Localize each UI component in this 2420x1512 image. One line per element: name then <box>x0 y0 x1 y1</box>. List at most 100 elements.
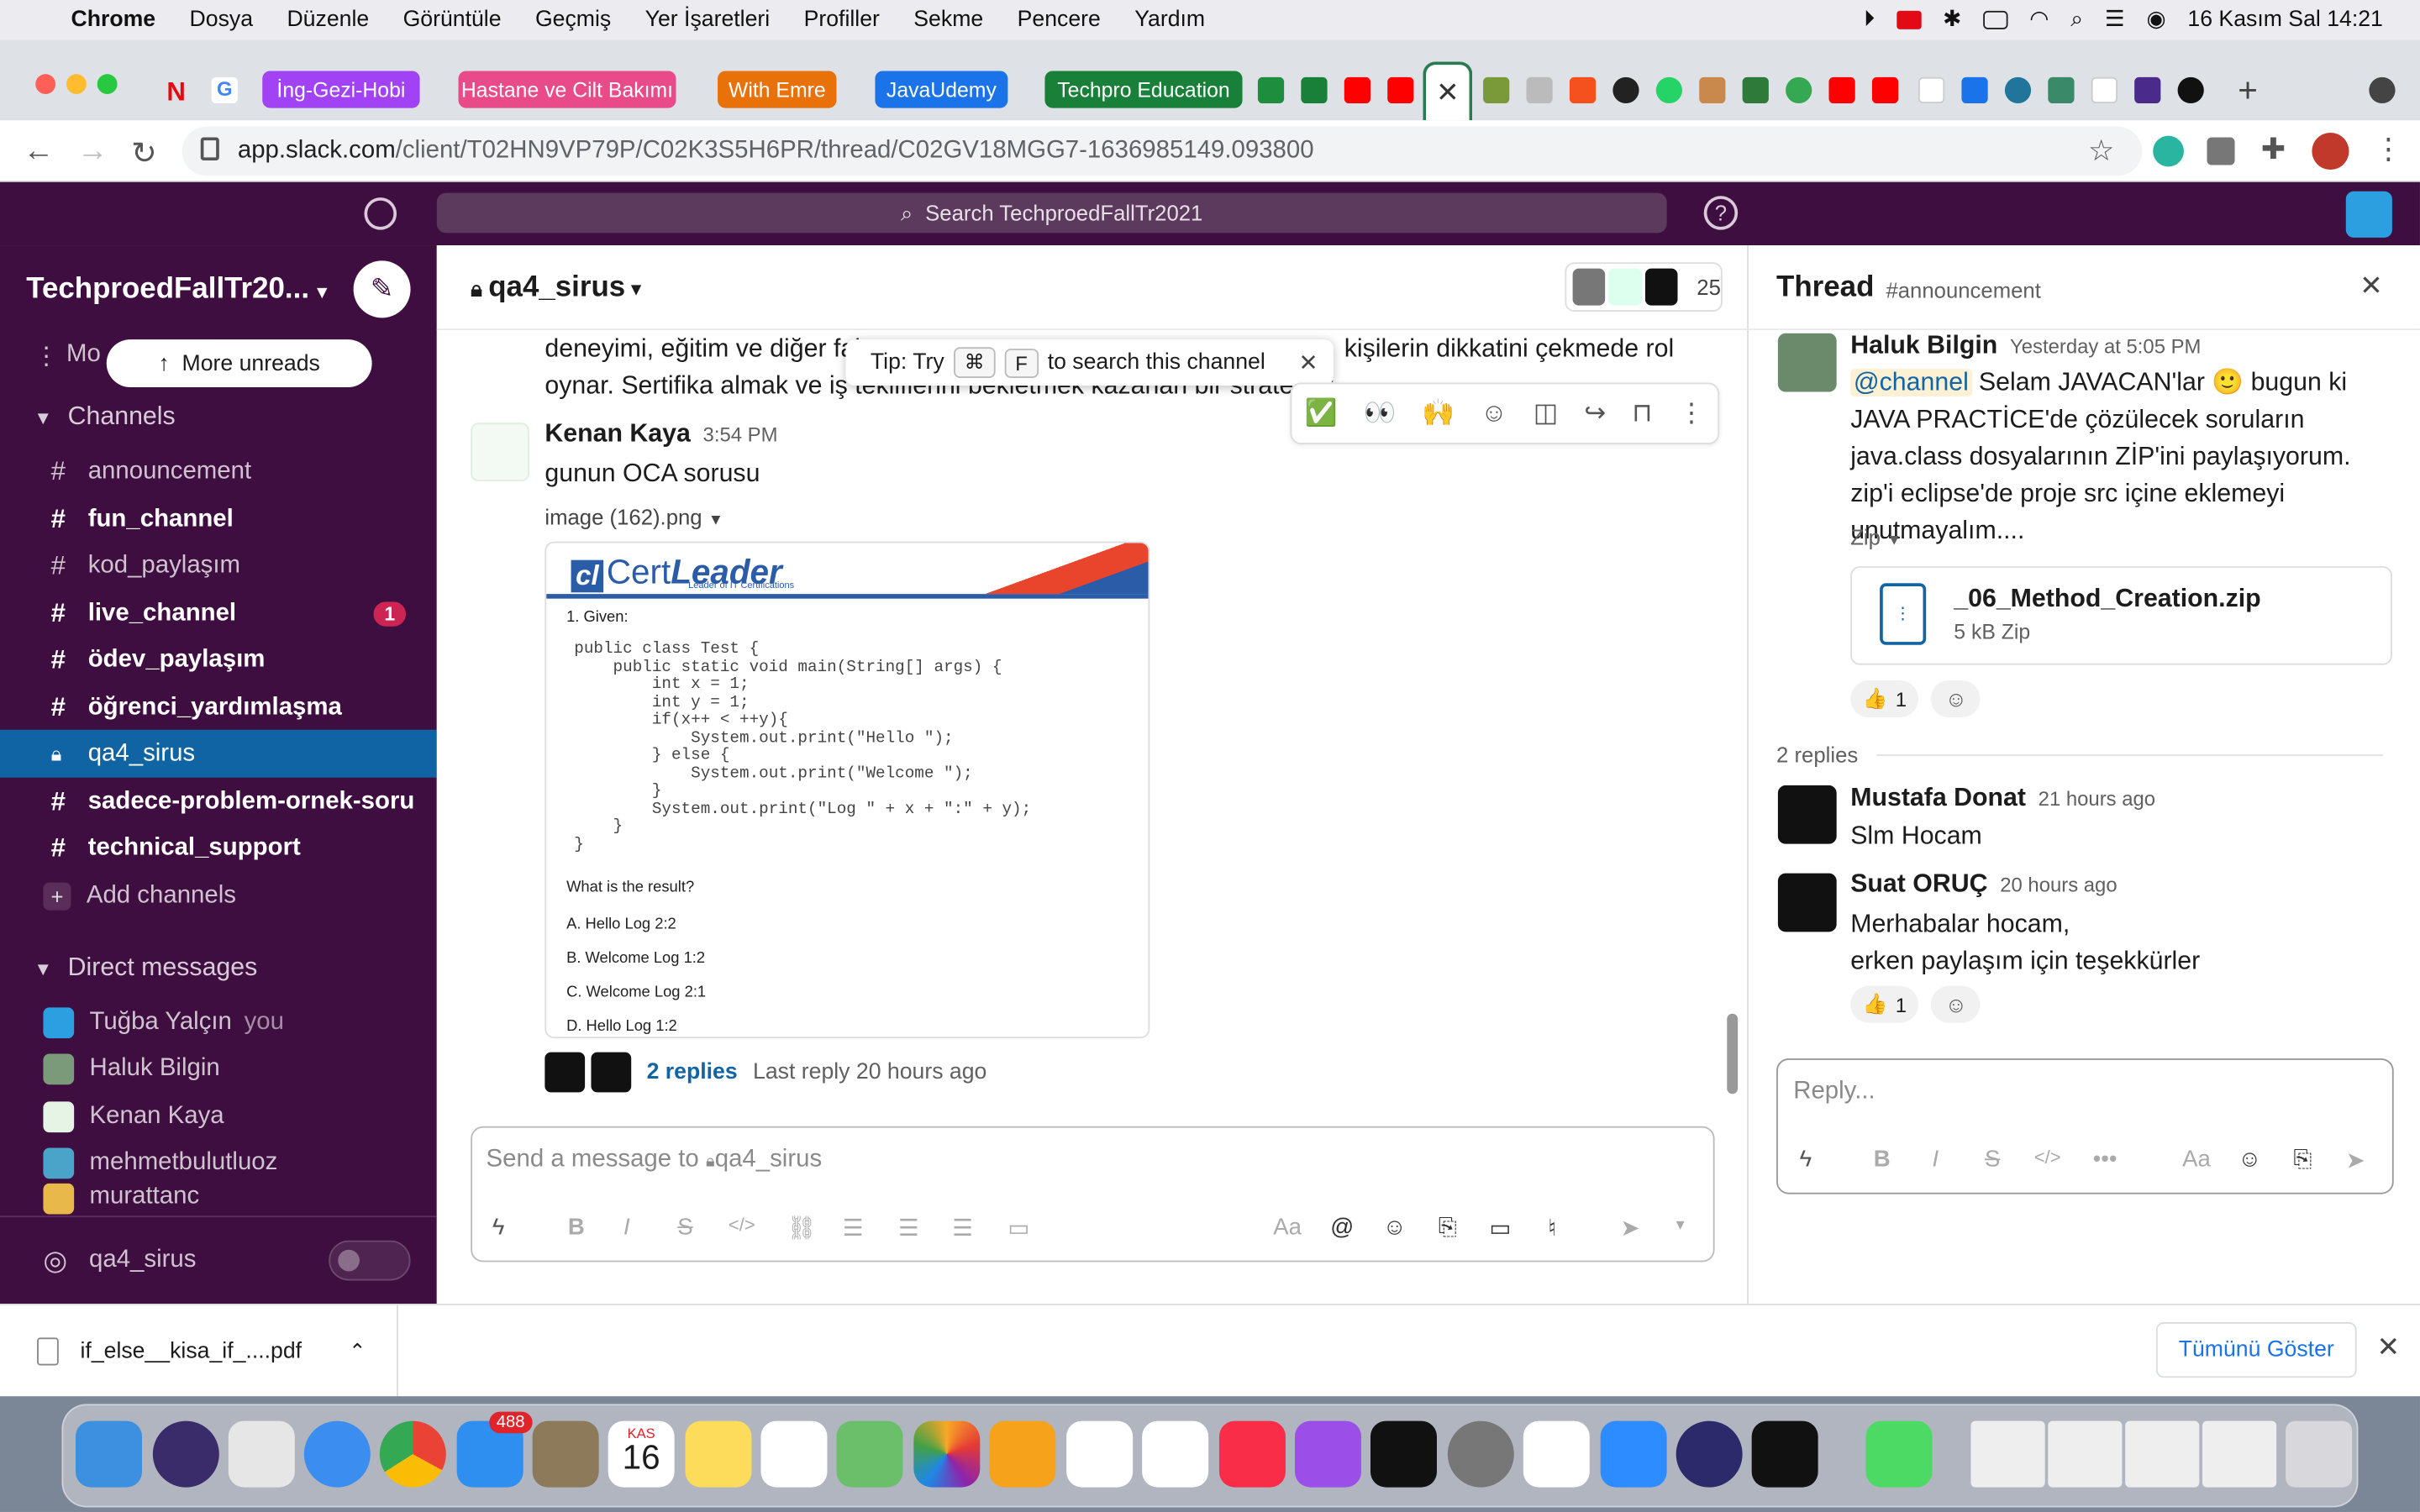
reply-time[interactable]: 21 hours ago <box>2039 787 2155 811</box>
active-tab[interactable]: ✕ <box>1423 61 1473 121</box>
send-options-icon[interactable]: ▾ <box>1676 1214 1685 1234</box>
zoom-window-button[interactable] <box>97 74 118 95</box>
huddle-toggle[interactable] <box>329 1240 411 1281</box>
finder-icon[interactable] <box>75 1420 142 1488</box>
close-thread-icon[interactable]: ✕ <box>2360 270 2383 302</box>
sidebar-item-qa4-sirus[interactable]: 🔒︎ qa4_sirus <box>0 729 437 778</box>
blockquote-icon[interactable]: ☰ <box>952 1214 973 1242</box>
reply-author[interactable]: Mustafa Donat <box>1850 784 2026 813</box>
mention-icon[interactable]: @ <box>1330 1214 1354 1240</box>
forward-icon[interactable]: → <box>77 134 108 170</box>
code-icon[interactable]: </> <box>729 1214 755 1236</box>
reply-in-thread-icon[interactable]: ◫ <box>1534 398 1559 429</box>
apple-tv-icon[interactable] <box>1370 1420 1437 1488</box>
italic-icon[interactable]: I <box>1933 1147 1939 1173</box>
message-time[interactable]: 3:54 PM <box>703 423 778 446</box>
avatar[interactable] <box>1777 873 1837 932</box>
tab-group-hastane[interactable]: Hastane ve Cilt Bakımı <box>458 71 676 108</box>
more-formatting-icon[interactable]: ••• <box>2093 1147 2118 1173</box>
zoom-icon[interactable] <box>1600 1420 1667 1488</box>
reload-icon[interactable]: ↻ <box>131 134 157 173</box>
minimize-window-button[interactable] <box>66 74 87 95</box>
attached-image[interactable]: cl Cert Leader Leader of IT Certificatio… <box>544 541 1150 1039</box>
reply-time[interactable]: 20 hours ago <box>2000 874 2117 897</box>
tab-group-techpro[interactable]: Techpro Education <box>1044 71 1243 108</box>
recent-window-thumbnail[interactable] <box>2202 1420 2277 1488</box>
channel-title[interactable]: 🔒︎ qa4_sirus ▾ <box>471 271 640 305</box>
link-icon[interactable]: ⛓ <box>787 1214 817 1242</box>
contacts-icon[interactable] <box>532 1420 599 1488</box>
share-icon[interactable]: ↪ <box>1584 398 1606 429</box>
workspace-name[interactable]: TechproedFallTr20... ▾ <box>26 273 327 307</box>
sidebar-item-sadece-problem[interactable]: # sadece-problem-ornek-soru <box>0 778 437 826</box>
sidebar-item-technical-support[interactable]: # technical_support <box>0 824 437 872</box>
extension-icon-2[interactable] <box>2207 137 2235 165</box>
new-tab-button[interactable]: + <box>2238 71 2258 111</box>
music-icon[interactable] <box>1218 1420 1286 1488</box>
bold-icon[interactable]: B <box>1874 1147 1891 1173</box>
raised-hands-reaction-button[interactable]: 🙌 <box>1422 398 1455 429</box>
chrome-menu-icon[interactable]: ⋮ <box>2374 133 2403 168</box>
scrollbar[interactable] <box>1727 1013 1739 1095</box>
youtube-tab-icon-3[interactable] <box>1828 76 1855 104</box>
mentions-item-partial[interactable]: Mo <box>66 341 101 369</box>
zip-file-card[interactable]: ⋮ _06_Method_Creation.zip 5 kB Zip <box>1850 566 2392 665</box>
eyes-reaction-button[interactable]: 👀 <box>1364 398 1397 429</box>
extension-icon-m[interactable] <box>2153 135 2184 167</box>
keynote-icon[interactable] <box>1142 1420 1209 1488</box>
menu-app-name[interactable]: Chrome <box>71 8 155 32</box>
tab-group-ing-gezi-hobi[interactable]: İng-Gezi-Hobi <box>262 71 420 108</box>
bluetooth-icon[interactable]: ✱ <box>1943 8 1961 32</box>
close-window-button[interactable] <box>35 74 56 95</box>
close-downloads-icon[interactable]: ✕ <box>2377 1331 2401 1364</box>
google-tab-icon[interactable]: G <box>211 76 238 104</box>
eclipse-icon[interactable] <box>1676 1420 1743 1488</box>
show-all-downloads-button[interactable]: Tümünü Göster <box>2155 1322 2357 1378</box>
plus-tab-icon[interactable] <box>1301 76 1328 104</box>
strikethrough-icon[interactable]: S <box>677 1214 692 1240</box>
parent-author[interactable]: Haluk Bilgin <box>1850 332 1997 361</box>
turkish-flag-icon[interactable] <box>1897 10 1922 29</box>
message-author[interactable]: Kenan Kaya <box>544 420 691 449</box>
shortcuts-icon[interactable]: ϟ <box>1800 1147 1812 1173</box>
user-avatar[interactable] <box>2345 191 2392 238</box>
google-tab-icon-2[interactable] <box>1918 76 1945 104</box>
chrome-icon[interactable] <box>379 1420 446 1488</box>
launchpad-icon[interactable] <box>228 1420 295 1488</box>
tab-favicon-d[interactable] <box>1742 76 1769 104</box>
tab-favicon-s[interactable] <box>1569 76 1597 104</box>
more-unreads-button[interactable]: ↑ More unreads <box>106 339 372 388</box>
calendar-icon[interactable]: KAS 16 <box>608 1420 675 1488</box>
avatar[interactable] <box>471 423 529 482</box>
tab-favicon-c[interactable] <box>1699 76 1726 104</box>
chevron-up-icon[interactable]: ⌃ <box>349 1338 366 1362</box>
tab-search-button[interactable] <box>2369 76 2396 104</box>
recent-window-thumbnail[interactable] <box>2125 1420 2200 1488</box>
tab-favicon-c2[interactable] <box>1961 76 1988 104</box>
attach-icon[interactable]: ⎘ <box>2293 1147 2312 1173</box>
photos-icon[interactable] <box>913 1420 981 1488</box>
menu-item-sekme[interactable]: Sekme <box>913 8 983 32</box>
bulleted-list-icon[interactable]: ☰ <box>898 1214 919 1242</box>
wordpress-tab-icon[interactable] <box>2004 76 2032 104</box>
reply-composer[interactable]: Reply... ϟ B I S </> ••• Aa ☺ ⎘ ➤ <box>1776 1058 2394 1194</box>
add-reaction-button[interactable]: ☺ <box>1931 985 1981 1023</box>
video-icon[interactable]: ▭ <box>1489 1214 1511 1242</box>
formatting-icon[interactable]: Aa <box>1273 1214 1302 1240</box>
menu-item-yardim[interactable]: Yardım <box>1134 8 1205 32</box>
mail-icon[interactable]: 488 <box>456 1411 533 1488</box>
help-icon[interactable]: ? <box>1703 196 1739 230</box>
menu-item-duzenle[interactable]: Düzenle <box>287 8 369 32</box>
pages-icon[interactable] <box>989 1420 1056 1488</box>
thumbs-up-reaction[interactable]: 👍 1 <box>1850 680 1919 718</box>
parent-time[interactable]: Yesterday at 5:05 PM <box>2010 335 2201 359</box>
back-icon[interactable]: ← <box>24 134 55 170</box>
member-list-button[interactable]: 25 <box>1565 262 1723 312</box>
menu-item-pencere[interactable]: Pencere <box>1018 8 1101 32</box>
tab-group-with-emre[interactable]: With Emre <box>718 71 837 108</box>
extensions-puzzle-icon[interactable]: ✚ <box>2261 133 2286 168</box>
thumbs-up-reaction[interactable]: 👍 1 <box>1850 985 1919 1023</box>
dm-item-murattanc[interactable]: murattanc <box>0 1183 437 1216</box>
safari-icon[interactable] <box>303 1420 371 1488</box>
sidebar-item-odev-paylasim[interactable]: # ödev_paylaşım <box>0 636 437 684</box>
